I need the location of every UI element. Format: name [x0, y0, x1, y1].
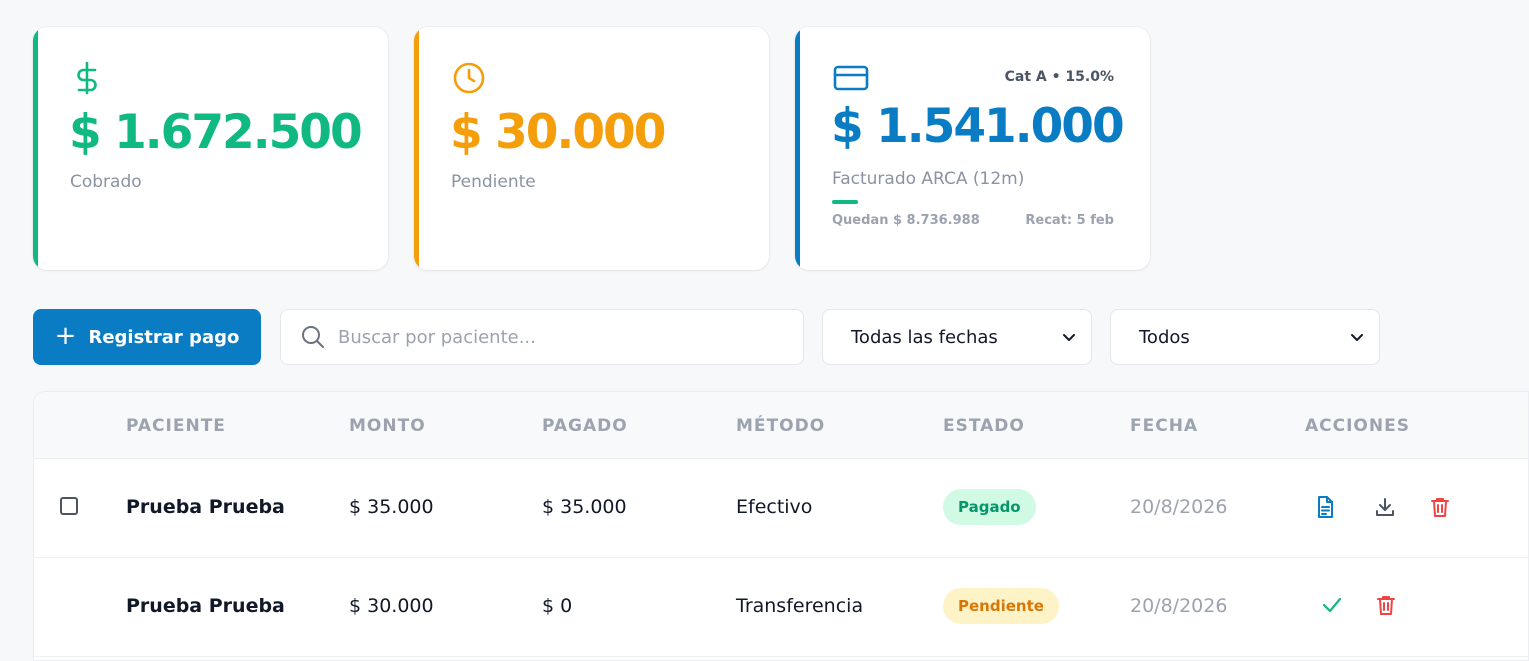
- billing-progress-fill: [832, 200, 858, 204]
- credit-card-icon: [833, 65, 869, 91]
- chevron-down-icon: [1351, 334, 1363, 341]
- status-badge: Pagado: [943, 489, 1036, 525]
- pendiente-label: Pendiente: [451, 172, 536, 192]
- search-box: [280, 309, 804, 365]
- amount-cell: $ 35.000: [349, 496, 434, 518]
- column-header-status: ESTADO: [943, 416, 1025, 436]
- recat-text: Recat: 5 feb: [1025, 213, 1114, 228]
- chevron-down-icon: [1063, 334, 1075, 341]
- status-filter-value: Todos: [1139, 326, 1190, 348]
- register-payment-button[interactable]: + Registrar pago: [33, 309, 261, 365]
- card-facturado: Cat A • 15.0% $ 1.541.000 Facturado ARCA…: [795, 27, 1150, 270]
- search-icon: [302, 326, 324, 348]
- status-badge: Pendiente: [943, 588, 1059, 624]
- column-header-actions: ACCIONES: [1305, 416, 1410, 436]
- remaining-text: Quedan $ 8.736.988: [832, 213, 980, 228]
- plus-icon: +: [54, 320, 77, 351]
- table-row: Prueba Prueba $ 30.000 $ 0 Transferencia…: [34, 558, 1528, 657]
- status-filter-select[interactable]: Todos: [1110, 309, 1380, 365]
- billing-progress-bar: [832, 200, 1002, 204]
- card-cobrado: $ 1.672.500 Cobrado: [33, 27, 388, 270]
- row-checkbox[interactable]: [60, 497, 78, 515]
- category-badge: Cat A • 15.0%: [1004, 69, 1114, 85]
- cobrado-amount: $ 1.672.500: [69, 105, 363, 160]
- patient-name: Prueba Prueba: [126, 595, 285, 617]
- card-pendiente: $ 30.000 Pendiente: [414, 27, 769, 270]
- search-input[interactable]: [338, 326, 778, 348]
- invoice-icon[interactable]: [1313, 495, 1337, 519]
- payments-table: PACIENTE MONTO PAGADO MÉTODO ESTADO FECH…: [33, 391, 1529, 661]
- column-header-patient: PACIENTE: [126, 416, 226, 436]
- facturado-amount: $ 1.541.000: [831, 99, 1125, 154]
- kpi-cards: $ 1.672.500 Cobrado $ 30.000 Pendiente C…: [33, 27, 1150, 270]
- register-payment-label: Registrar pago: [88, 326, 240, 348]
- cobrado-label: Cobrado: [70, 172, 142, 192]
- column-header-paid: PAGADO: [542, 416, 628, 436]
- date-filter-select[interactable]: Todas las fechas: [822, 309, 1092, 365]
- amount-cell: $ 30.000: [349, 595, 434, 617]
- column-header-date: FECHA: [1130, 416, 1199, 436]
- method-cell: Efectivo: [736, 496, 813, 518]
- date-filter-value: Todas las fechas: [851, 326, 998, 348]
- patient-name: Prueba Prueba: [126, 496, 285, 518]
- download-icon[interactable]: [1373, 495, 1397, 519]
- table-row: Prueba Prueba $ 35.000 $ 35.000 Efectivo…: [34, 459, 1528, 558]
- method-cell: Transferencia: [736, 595, 864, 617]
- toolbar: + Registrar pago Todas las fechas Todos: [33, 308, 1393, 366]
- date-cell: 20/8/2026: [1130, 595, 1228, 617]
- facturado-label: Facturado ARCA (12m): [832, 169, 1025, 189]
- table-header: PACIENTE MONTO PAGADO MÉTODO ESTADO FECH…: [34, 392, 1528, 459]
- paid-cell: $ 35.000: [542, 496, 627, 518]
- column-header-method: MÉTODO: [736, 416, 826, 436]
- clock-icon: [453, 62, 485, 94]
- trash-icon[interactable]: [1428, 495, 1452, 519]
- date-cell: 20/8/2026: [1130, 496, 1228, 518]
- dollar-icon: [77, 61, 97, 95]
- check-icon[interactable]: [1320, 593, 1344, 617]
- pendiente-amount: $ 30.000: [450, 105, 666, 160]
- trash-icon[interactable]: [1374, 593, 1398, 617]
- paid-cell: $ 0: [542, 595, 573, 617]
- column-header-amount: MONTO: [349, 416, 426, 436]
